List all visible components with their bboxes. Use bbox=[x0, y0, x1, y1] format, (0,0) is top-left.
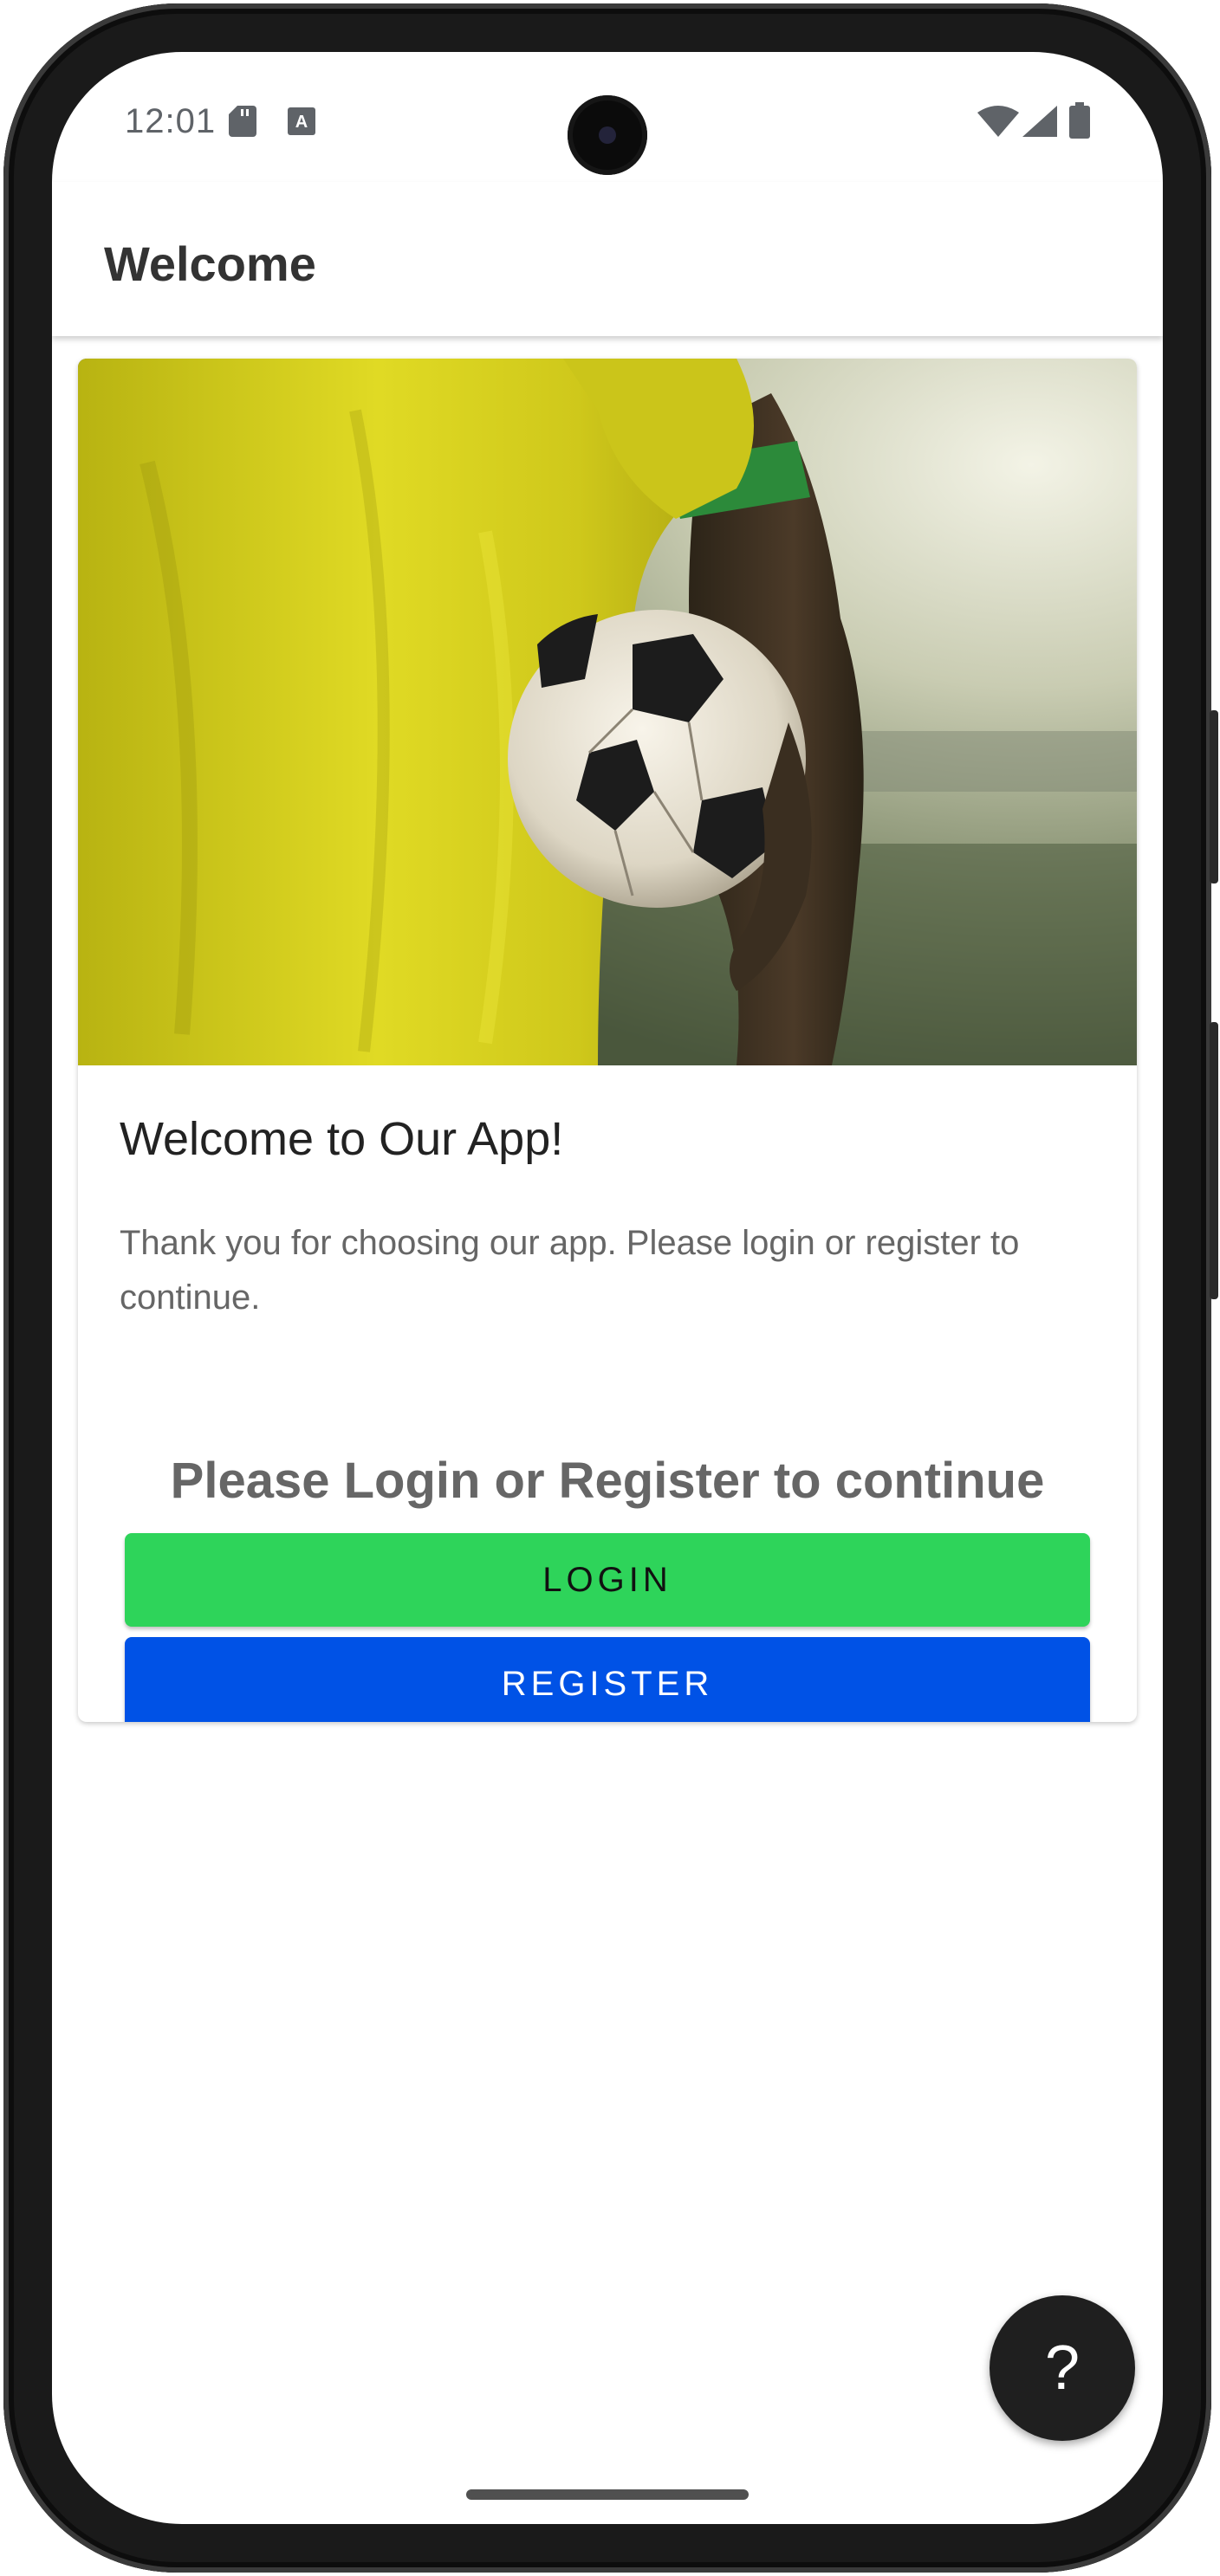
sd-card-icon bbox=[229, 106, 256, 137]
login-register-prompt: Please Login or Register to continue bbox=[170, 1453, 1045, 1509]
page-title: Welcome bbox=[104, 236, 316, 291]
power-button bbox=[1210, 1022, 1218, 1299]
screen: 12:01 A Welcome Welcome to Our App! Than… bbox=[52, 52, 1163, 2524]
home-indicator[interactable] bbox=[466, 2489, 749, 2500]
help-question-icon: ? bbox=[1044, 2333, 1080, 2403]
help-fab[interactable]: ? bbox=[990, 2295, 1135, 2441]
hero-image bbox=[78, 359, 1137, 1065]
front-camera bbox=[568, 95, 647, 175]
card-title: Welcome to Our App! bbox=[120, 1113, 564, 1165]
register-button[interactable]: REGISTER bbox=[125, 1637, 1090, 1722]
wifi-icon bbox=[977, 106, 1019, 137]
svg-text:A: A bbox=[295, 113, 308, 132]
card-description: Thank you for choosing our app. Please l… bbox=[120, 1224, 1020, 1317]
battery-icon bbox=[1069, 102, 1090, 139]
login-button[interactable]: LOGIN bbox=[125, 1533, 1090, 1627]
volume-button bbox=[1210, 710, 1218, 883]
signal-icon bbox=[1022, 106, 1057, 137]
status-time: 12:01 bbox=[125, 102, 217, 140]
welcome-card: Welcome to Our App! Thank you for choosi… bbox=[78, 359, 1137, 1722]
keyboard-a-icon: A bbox=[288, 107, 315, 135]
app-bar: Welcome bbox=[52, 182, 1163, 336]
